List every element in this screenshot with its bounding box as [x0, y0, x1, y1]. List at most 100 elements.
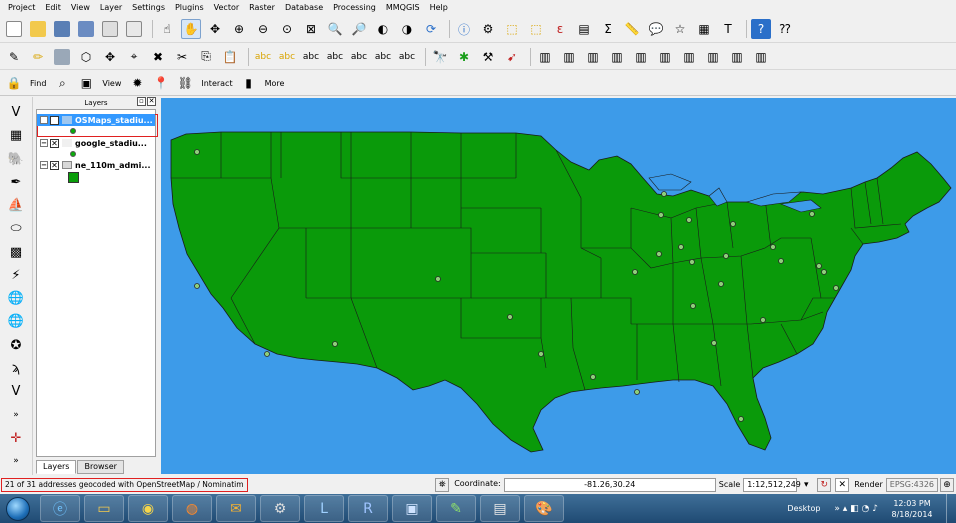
menu-view[interactable]: View	[66, 0, 95, 15]
show-bookmarks-icon[interactable]: ▦	[694, 19, 714, 39]
add-mssql-layer-icon[interactable]: ▥	[751, 47, 771, 67]
crosshair-icon[interactable]: ✛	[5, 429, 27, 448]
zoom-native-icon[interactable]: ⊙	[277, 19, 297, 39]
layer-visibility-checkbox[interactable]: ✕	[50, 160, 59, 170]
stop-render-icon[interactable]: ↻	[817, 477, 832, 492]
plugin-tool-icon[interactable]: ⚒	[478, 47, 498, 67]
lock-icon[interactable]: 🔒	[4, 73, 24, 93]
add-wfs-icon[interactable]: 🌐	[5, 289, 27, 308]
layer-visibility-checkbox[interactable]: ✕	[50, 138, 59, 148]
view-pin-icon[interactable]: 📍	[151, 73, 171, 93]
cut-features-icon[interactable]: ✂	[172, 47, 192, 67]
zoom-full-icon[interactable]: ⊠	[301, 19, 321, 39]
save-layer-edits-icon[interactable]	[52, 47, 72, 67]
interact-label[interactable]: Interact	[201, 79, 232, 88]
message-log-icon[interactable]: ⊕	[940, 477, 954, 492]
copy-features-icon[interactable]: ⎘	[196, 47, 216, 67]
add-delimited-icon[interactable]: 🌐	[5, 312, 27, 331]
add-raster-layer-icon[interactable]: ▥	[607, 47, 627, 67]
vmware-icon[interactable]: ▣	[392, 495, 432, 522]
new-shapefile-icon[interactable]: ▥	[535, 47, 555, 67]
close-panel-icon[interactable]: ✕	[147, 97, 156, 106]
identify-features-icon[interactable]: ⓘ	[454, 19, 474, 39]
zoom-next-icon[interactable]: ◑	[397, 19, 417, 39]
save-as-icon[interactable]	[76, 19, 96, 39]
r-icon[interactable]: R	[348, 495, 388, 522]
map-canvas[interactable]	[161, 98, 956, 474]
interact-document-icon[interactable]: ▮	[239, 73, 259, 93]
start-button[interactable]	[0, 494, 36, 523]
field-calculator-icon[interactable]: ε	[550, 19, 570, 39]
print-composer-icon[interactable]	[100, 19, 120, 39]
lync-icon[interactable]: L	[304, 495, 344, 522]
show-desktop-button[interactable]	[946, 494, 956, 523]
paste-features-icon[interactable]: 📋	[220, 47, 240, 67]
plugin-pointer-icon[interactable]: ➹	[502, 47, 522, 67]
add-virtual-icon[interactable]: ✪	[5, 336, 27, 355]
add-wms-layer-icon[interactable]: ▥	[655, 47, 675, 67]
add-wms-icon[interactable]: ▩	[5, 243, 27, 262]
move-feature-icon[interactable]: ✥	[100, 47, 120, 67]
scale-combobox[interactable]: 1:12,512,249	[743, 477, 801, 492]
layer-item-google[interactable]: − ✕ google_stadiu...	[37, 137, 155, 149]
refresh-icon[interactable]: ⟳	[421, 19, 441, 39]
deselect-all-icon[interactable]: ⬚	[526, 19, 546, 39]
help-contents-icon[interactable]: ?	[751, 19, 771, 39]
crs-status[interactable]: EPSG:4326	[885, 477, 938, 492]
firefox-icon[interactable]: ◍	[172, 495, 212, 522]
new-temporary-icon[interactable]: ϡ	[5, 359, 27, 378]
float-panel-icon[interactable]: ▫	[137, 97, 146, 106]
more-tools-chevron-icon[interactable]: »	[5, 405, 27, 424]
menu-database[interactable]: Database	[280, 0, 328, 15]
add-wcs-layer-icon[interactable]: ▥	[703, 47, 723, 67]
layer-labeling-icon[interactable]: abc	[277, 47, 297, 67]
add-wfs-layer-icon[interactable]: ▥	[679, 47, 699, 67]
add-raster-icon[interactable]: ▦	[5, 126, 27, 145]
zoom-to-selection-icon[interactable]: 🔍	[325, 19, 345, 39]
toggle-extents-icon[interactable]: ⛯	[435, 477, 450, 492]
tray-icons[interactable]: » ▴ ◧ ◔ ♪	[834, 504, 878, 514]
more-label[interactable]: More	[265, 79, 285, 88]
add-postgis-layer-icon[interactable]: ▥	[631, 47, 651, 67]
add-feature-icon[interactable]: ⬡	[76, 47, 96, 67]
qgis-icon[interactable]: ✎	[436, 495, 476, 522]
pin-labels-icon[interactable]: abc	[301, 47, 321, 67]
add-wcs-icon[interactable]: ⚡	[5, 266, 27, 285]
rotate-label-icon[interactable]: abc	[373, 47, 393, 67]
zoom-out-icon[interactable]: ⊖	[253, 19, 273, 39]
whats-this-icon[interactable]: ⁇	[775, 19, 795, 39]
touch-zoom-icon[interactable]: ☝	[157, 19, 177, 39]
layer-item-ne110m[interactable]: − ✕ ne_110m_admi...	[37, 159, 155, 171]
add-mssql-icon[interactable]: ⛵	[5, 196, 27, 215]
add-delimited-text-icon[interactable]: ▥	[727, 47, 747, 67]
add-vector-icon[interactable]: V	[5, 103, 27, 122]
link-icon[interactable]: ⛓	[175, 73, 195, 93]
find-magnifier-icon[interactable]: ⌕	[52, 73, 72, 93]
pan-icon[interactable]: ✋	[181, 19, 201, 39]
new-bookmark-icon[interactable]: ☆	[670, 19, 690, 39]
attribute-table-icon[interactable]: ▤	[574, 19, 594, 39]
toggle-editing-icon[interactable]: ✏	[28, 47, 48, 67]
save-project-icon[interactable]	[52, 19, 72, 39]
tab-layers[interactable]: Layers	[36, 460, 77, 474]
tab-browser[interactable]: Browser	[77, 460, 124, 474]
python-app-icon[interactable]: ⚙	[260, 495, 300, 522]
current-edits-icon[interactable]: ✎	[4, 47, 24, 67]
select-features-icon[interactable]: ⬚	[502, 19, 522, 39]
add-postgis-icon[interactable]: 🐘	[5, 150, 27, 169]
node-tool-icon[interactable]: ⌖	[124, 47, 144, 67]
menu-plugins[interactable]: Plugins	[170, 0, 209, 15]
add-spatialite-icon[interactable]: ✒	[5, 173, 27, 192]
open-project-icon[interactable]	[28, 19, 48, 39]
zoom-to-layer-icon[interactable]: 🔎	[349, 19, 369, 39]
measure-line-icon[interactable]: 📏	[622, 19, 642, 39]
move-label-icon[interactable]: abc	[349, 47, 369, 67]
layer-visibility-checkbox[interactable]: ✕	[50, 115, 59, 125]
coordinate-field[interactable]: -81.26,30.24	[503, 477, 716, 492]
find-panel-icon[interactable]: ▣	[76, 73, 96, 93]
menu-vector[interactable]: Vector	[209, 0, 245, 15]
add-vector-layer-icon[interactable]: ▥	[583, 47, 603, 67]
menu-settings[interactable]: Settings	[127, 0, 170, 15]
pan-to-selection-icon[interactable]: ✥	[205, 19, 225, 39]
menu-help[interactable]: Help	[425, 0, 453, 15]
